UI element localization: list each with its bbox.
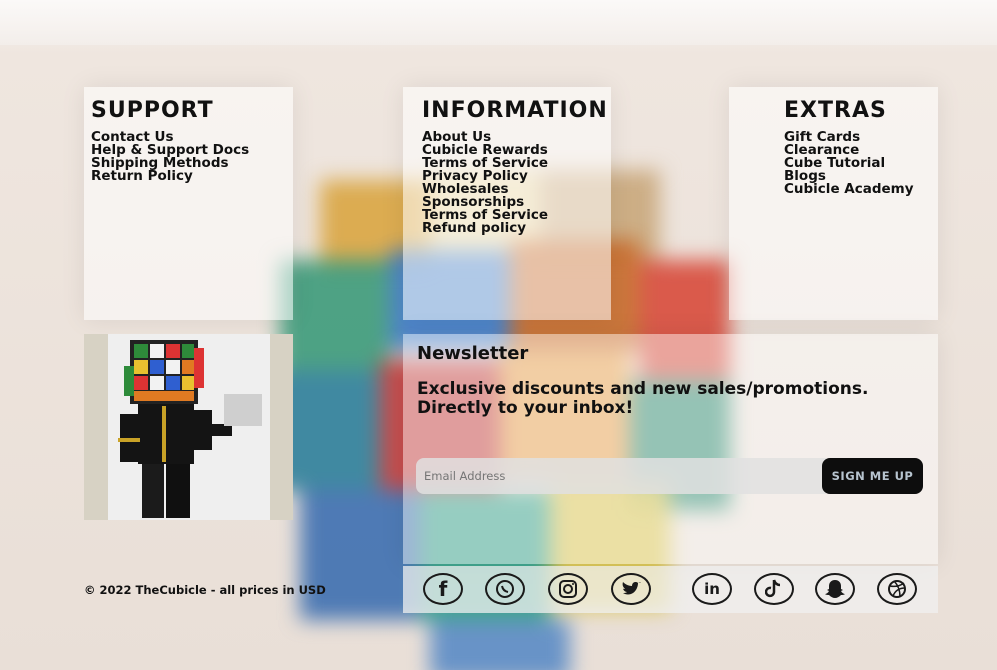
- newsletter-title: Newsletter: [417, 343, 529, 364]
- newsletter-panel: [403, 334, 938, 564]
- support-links: Contact Us Help & Support Docs Shipping …: [91, 130, 249, 183]
- mascot-image: [84, 334, 293, 520]
- email-input[interactable]: [416, 458, 826, 494]
- mascot-image-frame: [108, 334, 270, 520]
- newsletter-subtitle: Exclusive discounts and new sales/promot…: [417, 379, 869, 418]
- dribbble-icon[interactable]: [877, 573, 917, 605]
- sign-me-up-button[interactable]: SIGN ME UP: [822, 458, 923, 494]
- information-links: About Us Cubicle Rewards Terms of Servic…: [422, 130, 548, 235]
- extras-links: Gift Cards Clearance Cube Tutorial Blogs…: [784, 130, 914, 196]
- whatsapp-icon[interactable]: [485, 573, 525, 605]
- instagram-icon[interactable]: [548, 573, 588, 605]
- extras-link[interactable]: Cubicle Academy: [784, 182, 914, 196]
- information-link[interactable]: Refund policy: [422, 221, 548, 235]
- twitter-icon[interactable]: [611, 573, 651, 605]
- extras-title: EXTRAS: [784, 98, 887, 123]
- social-links-bar: [403, 566, 938, 613]
- support-link[interactable]: Return Policy: [91, 169, 249, 183]
- information-title: INFORMATION: [422, 98, 608, 123]
- copyright-text: © 2022 TheCubicle - all prices in USD: [84, 583, 326, 597]
- snapchat-icon[interactable]: [815, 573, 855, 605]
- linkedin-icon[interactable]: in: [692, 573, 732, 605]
- support-title: SUPPORT: [91, 98, 214, 123]
- top-band: [0, 0, 997, 45]
- facebook-icon[interactable]: f: [423, 573, 463, 605]
- tiktok-icon[interactable]: [754, 573, 794, 605]
- cube-head-mascot-icon: [118, 340, 262, 518]
